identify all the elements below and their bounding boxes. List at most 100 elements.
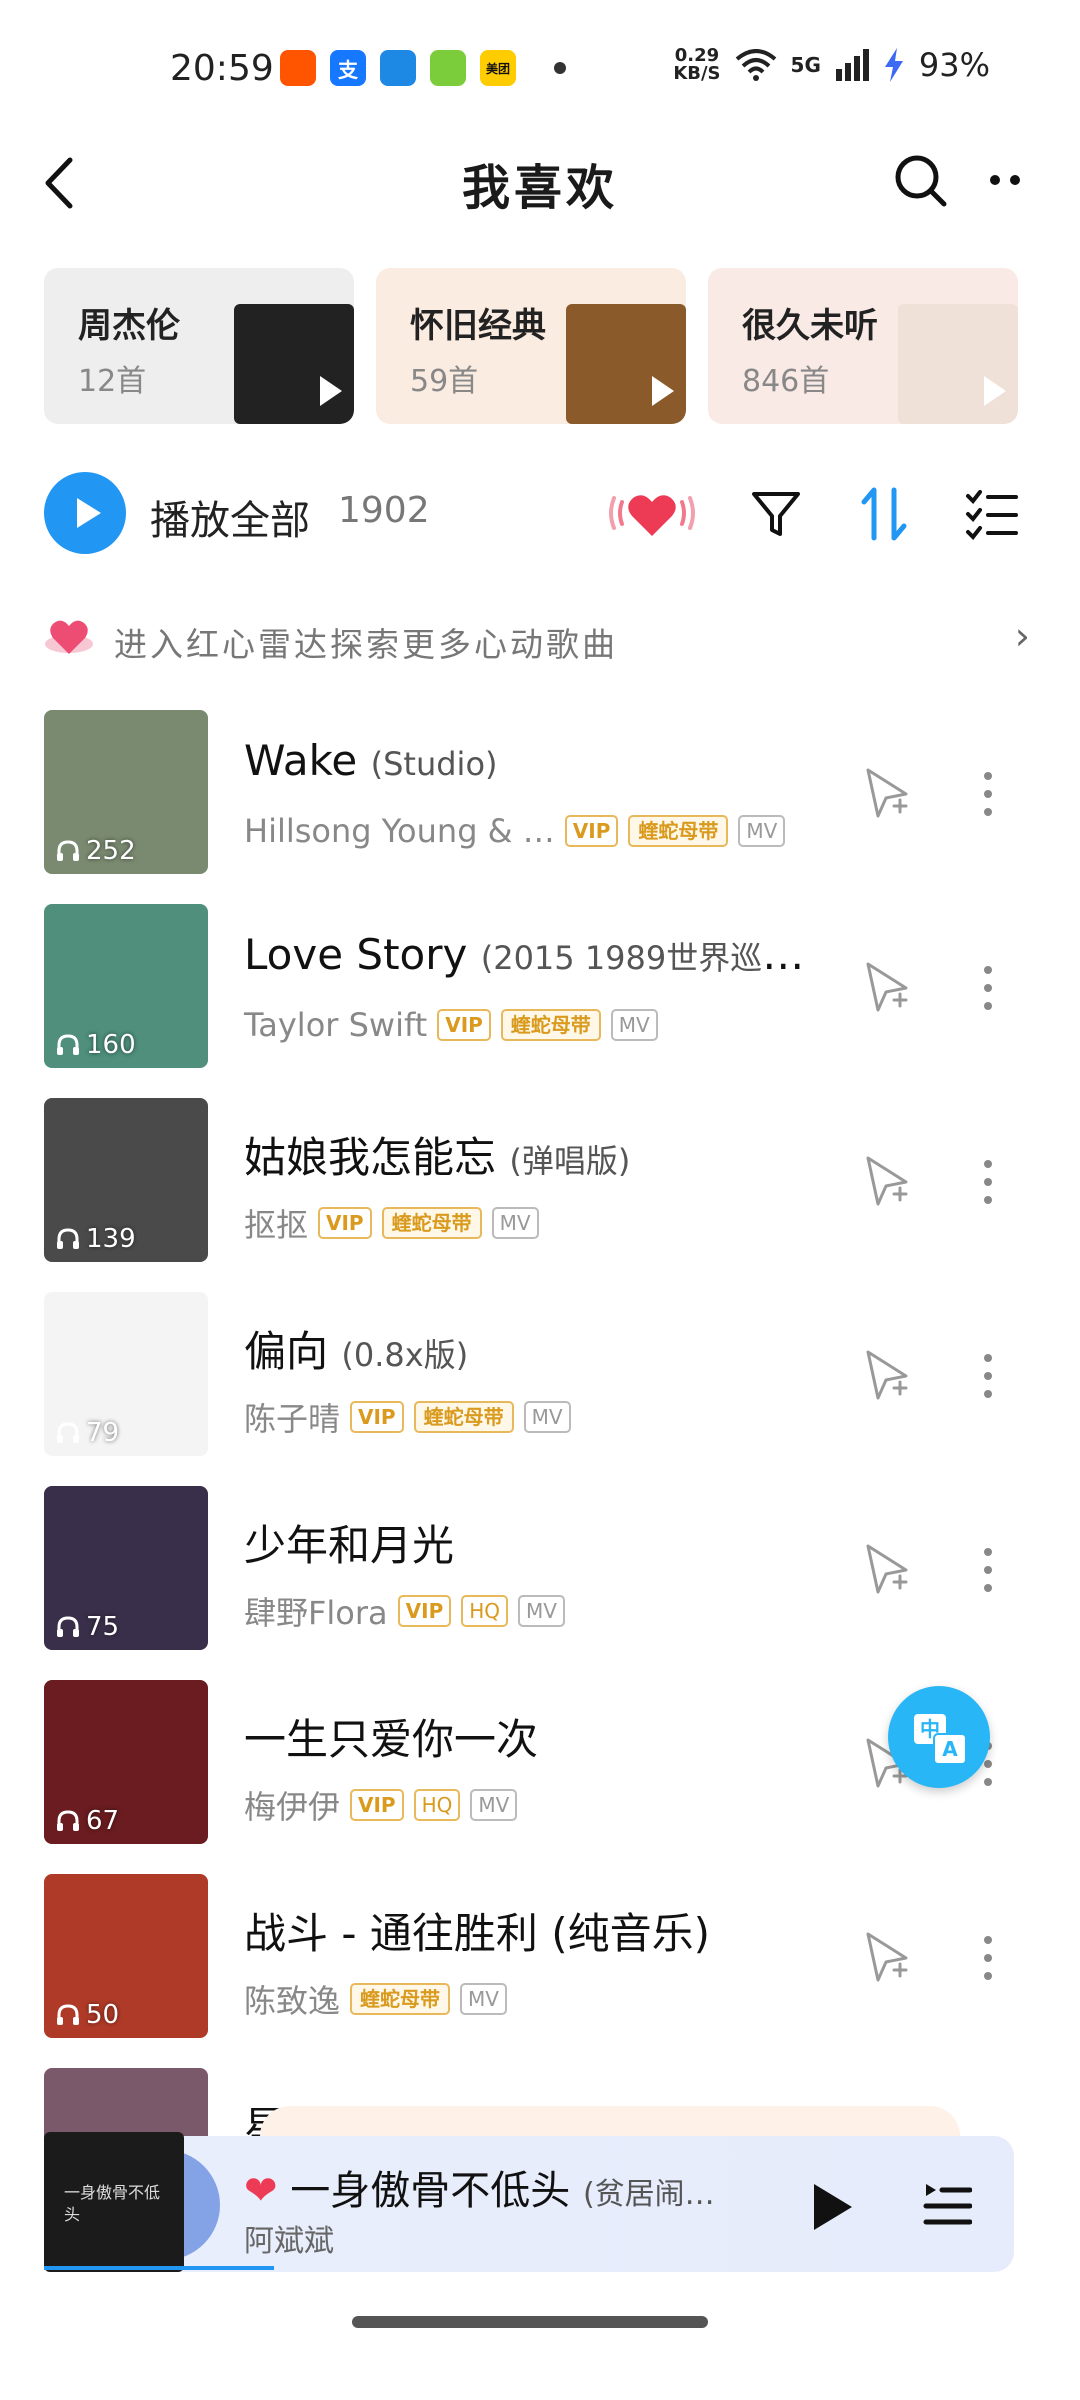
mini-player-artist: 阿斌斌 xyxy=(244,2224,334,2259)
ringtone-icon[interactable] xyxy=(862,1154,912,1210)
liked-heart-icon: ❤ xyxy=(244,2168,278,2214)
playlist-card-title: 很久未听 xyxy=(742,306,878,346)
play-icon[interactable] xyxy=(810,2182,854,2232)
song-title: 少年和月光 xyxy=(244,1521,455,1570)
play-icon[interactable] xyxy=(320,376,342,406)
translate-fab[interactable]: 中 A xyxy=(888,1686,990,1788)
play-count: 252 xyxy=(56,836,136,866)
playlist-card-cover xyxy=(898,304,1018,424)
status-time: 20:59 xyxy=(170,48,274,89)
play-all-label[interactable]: 播放全部 xyxy=(150,488,310,546)
headphone-icon xyxy=(57,2004,79,2025)
song-row[interactable]: 252 Wake (Studio) Hillsong Young & … VIP 蝰蛇母… xyxy=(0,708,1080,902)
song-meta: 陈致逸 蝰蛇母带 MV xyxy=(244,1976,507,2022)
song-row[interactable]: 50 战斗 - 通往胜利 (纯音乐) 陈致逸 蝰蛇母带 MV xyxy=(0,1872,1080,2066)
playlist-card[interactable]: 很久未听 846首 xyxy=(708,268,1018,424)
network-type: 5G xyxy=(790,53,821,77)
playlist-cards: 周杰伦 12首 怀旧经典 59首 很久未听 846首 xyxy=(44,268,1080,428)
play-all-row: 播放全部 1902 xyxy=(0,468,1080,558)
mini-cover-text: 一身傲骨不低头 xyxy=(64,2183,161,2224)
vip-badge: VIP xyxy=(350,1789,404,1821)
master-quality-badge: 蝰蛇母带 xyxy=(381,1207,482,1239)
playlist-queue-icon[interactable] xyxy=(922,2180,972,2232)
playlist-card-count: 846首 xyxy=(742,364,830,399)
song-meta: Taylor Swift VIP 蝰蛇母带 MV xyxy=(244,1006,658,1044)
playlist-card[interactable]: 周杰伦 12首 xyxy=(44,268,354,424)
song-meta: 陈子晴 VIP 蝰蛇母带 MV xyxy=(244,1394,571,1440)
multi-select-icon[interactable] xyxy=(964,486,1020,542)
more-icon[interactable] xyxy=(976,1540,1000,1600)
song-cover[interactable]: 139 xyxy=(44,1098,208,1262)
ai-app-icon xyxy=(380,50,416,86)
wifi-icon xyxy=(735,49,776,81)
song-cover[interactable]: 75 xyxy=(44,1486,208,1650)
hq-badge: HQ xyxy=(461,1595,509,1627)
ringtone-icon[interactable] xyxy=(862,1930,912,1986)
ringtone-icon[interactable] xyxy=(862,766,912,822)
net-speed: 0.29 KB/S xyxy=(673,45,721,84)
filter-icon[interactable] xyxy=(748,486,804,542)
song-cover[interactable]: 67 xyxy=(44,1680,208,1844)
headphone-icon xyxy=(57,1422,79,1443)
play-icon[interactable] xyxy=(984,376,1006,406)
ringtone-icon[interactable] xyxy=(862,960,912,1016)
charging-icon xyxy=(884,48,903,82)
mini-player-cover[interactable]: 一身傲骨不低头 xyxy=(44,2132,184,2272)
ringtone-icon[interactable] xyxy=(862,1348,912,1404)
more-icon[interactable] xyxy=(976,1152,1000,1212)
heart-radar-promo[interactable]: 进入红心雷达探索更多心动歌曲 › xyxy=(0,604,1080,674)
song-artist: 肆野Flora xyxy=(244,1594,388,1632)
song-row[interactable]: 139 姑娘我怎能忘 (弹唱版) 抠抠 VIP 蝰蛇母带 MV xyxy=(0,1096,1080,1290)
song-row[interactable]: 79 偏向 (0.8x版) 陈子晴 VIP 蝰蛇母带 MV xyxy=(0,1290,1080,1484)
ringtone-icon[interactable] xyxy=(862,1542,912,1598)
song-cover[interactable]: 252 xyxy=(44,710,208,874)
master-quality-badge: 蝰蛇母带 xyxy=(413,1401,514,1433)
heart-icon xyxy=(45,620,93,654)
more-icon[interactable] xyxy=(976,1346,1000,1406)
play-count: 67 xyxy=(56,1806,119,1836)
more-options-icon[interactable] xyxy=(970,150,1040,210)
play-count: 160 xyxy=(56,1030,136,1060)
play-count: 75 xyxy=(56,1612,119,1642)
play-count: 50 xyxy=(56,2000,119,2030)
more-icon[interactable] xyxy=(976,958,1000,1018)
song-artist: Taylor Swift xyxy=(244,1006,428,1044)
headphone-icon xyxy=(57,1034,79,1055)
song-cover[interactable]: 50 xyxy=(44,1874,208,2038)
green-app-icon xyxy=(430,50,466,86)
play-icon[interactable] xyxy=(652,376,674,406)
status-right: 0.29 KB/S 5G 93% xyxy=(673,46,990,84)
play-all-button[interactable] xyxy=(44,472,126,554)
heart-radar-icon[interactable] xyxy=(606,478,698,548)
song-row[interactable]: 75 少年和月光 肆野Flora VIP HQ MV xyxy=(0,1484,1080,1678)
signal-icon xyxy=(835,49,869,81)
song-artist: 陈致逸 xyxy=(244,1982,341,2020)
mv-badge: MV xyxy=(491,1207,539,1239)
song-meta: 肆野Flora VIP HQ MV xyxy=(244,1588,565,1634)
headphone-icon xyxy=(57,1228,79,1249)
home-indicator[interactable] xyxy=(352,2316,708,2328)
sort-icon[interactable] xyxy=(856,484,912,544)
song-artist: 抠抠 xyxy=(244,1206,309,1244)
song-cover[interactable]: 160 xyxy=(44,904,208,1068)
song-title: Wake (Studio) xyxy=(244,736,498,785)
song-cover[interactable]: 79 xyxy=(44,1292,208,1456)
search-icon[interactable] xyxy=(890,150,950,210)
mv-badge: MV xyxy=(460,1983,507,2015)
vip-badge: VIP xyxy=(350,1401,404,1433)
song-title: 姑娘我怎能忘 (弹唱版) xyxy=(244,1133,631,1182)
more-icon[interactable] xyxy=(976,764,1000,824)
playlist-card-count: 12首 xyxy=(78,364,147,399)
mv-badge: MV xyxy=(610,1009,658,1041)
chevron-right-icon: › xyxy=(1014,614,1030,658)
playlist-card-cover xyxy=(234,304,354,424)
playlist-card-count: 59首 xyxy=(410,364,479,399)
battery-level: 93% xyxy=(918,46,990,84)
status-app-icons: 支 美团 xyxy=(280,50,566,86)
song-row[interactable]: 160 Love Story (2015 1989世界巡回… Taylor Swif… xyxy=(0,902,1080,1096)
master-quality-badge: 蝰蛇母带 xyxy=(350,1983,451,2015)
more-icon[interactable] xyxy=(976,1928,1000,1988)
playlist-card[interactable]: 怀旧经典 59首 xyxy=(376,268,686,424)
playlist-card-cover xyxy=(566,304,686,424)
master-quality-badge: 蝰蛇母带 xyxy=(628,815,729,847)
